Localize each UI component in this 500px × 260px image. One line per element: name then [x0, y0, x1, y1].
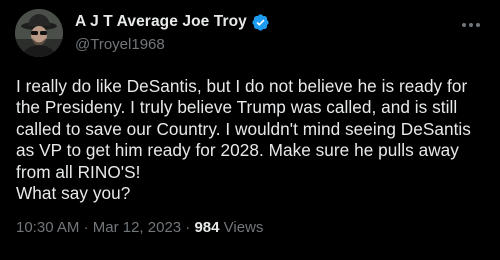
tweet-meta: 10:30 AM · Mar 12, 2023 · 984 Views — [16, 219, 263, 236]
verified-badge-icon — [251, 13, 270, 32]
author-info: A J T Average Joe Troy @Troyel1968 — [75, 11, 270, 53]
name-row: A J T Average Joe Troy — [75, 11, 270, 33]
views-count: 984 — [194, 219, 220, 236]
author-display-name[interactable]: A J T Average Joe Troy — [75, 13, 247, 31]
avatar[interactable] — [15, 9, 63, 57]
more-options-icon[interactable] — [454, 14, 488, 36]
meta-separator: · — [185, 219, 191, 236]
tweet-timestamp[interactable]: 10:30 AM · Mar 12, 2023 — [16, 219, 181, 236]
avatar-image — [15, 9, 63, 57]
meta-separator: · — [83, 219, 89, 236]
tweet-time: 10:30 AM — [16, 219, 80, 236]
tweet-card: A J T Average Joe Troy @Troyel1968 I rea… — [0, 0, 500, 260]
views-link[interactable]: 984 Views — [194, 219, 263, 236]
tweet-text: I really do like DeSantis, but I do not … — [16, 76, 471, 204]
views-label: Views — [223, 219, 264, 236]
tweet-date: Mar 12, 2023 — [92, 219, 182, 236]
author-handle[interactable]: @Troyel1968 — [75, 36, 270, 53]
